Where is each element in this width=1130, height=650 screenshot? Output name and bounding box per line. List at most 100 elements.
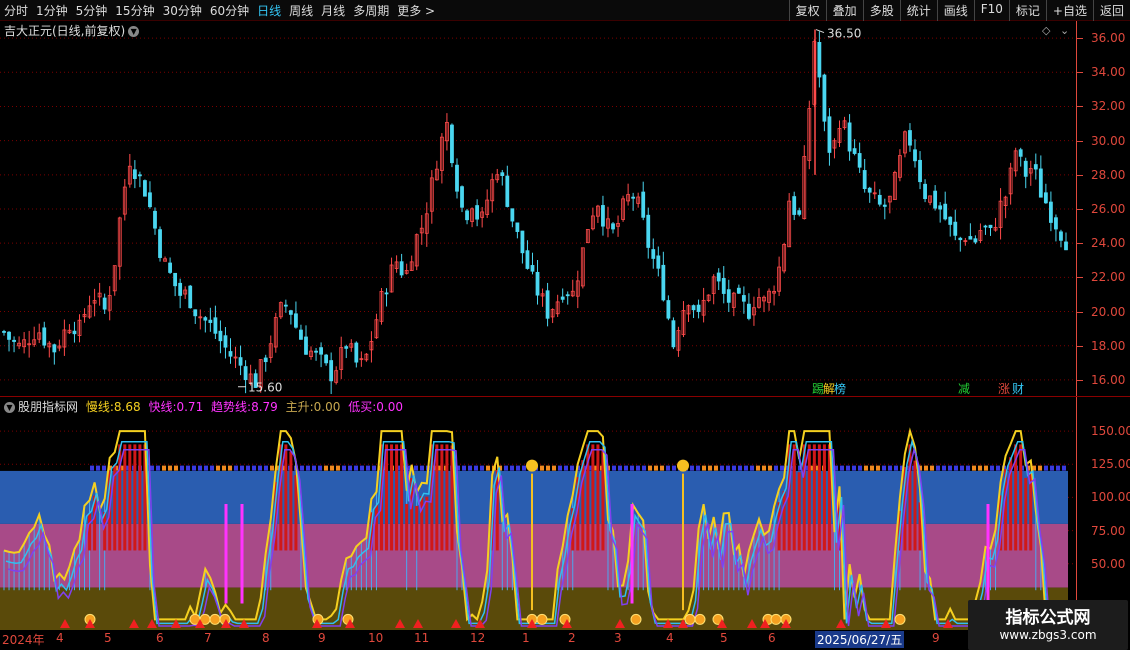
candle-body xyxy=(294,313,298,328)
axis-tick xyxy=(1077,209,1083,210)
selected-date: 2025/06/27/五 xyxy=(815,631,905,648)
tool-button-8[interactable]: 返回 xyxy=(1092,0,1130,21)
indicator-axis-label: 75.00 xyxy=(1091,523,1126,538)
date-label: 4 xyxy=(56,631,64,645)
tool-button-6[interactable]: 标记 xyxy=(1008,0,1046,21)
candle-body xyxy=(1054,217,1058,230)
candle-body xyxy=(716,272,721,282)
signal-strip-cell xyxy=(168,465,172,471)
signal-strip-cell xyxy=(540,465,544,471)
buy-ball-icon xyxy=(694,613,706,625)
top-toolbar: 分时 1分钟 5分钟 15分钟 30分钟 60分钟 日线 周线 月线 多周期 更多 > 复权 叠加 多股… xyxy=(0,0,1130,21)
signal-strip-cell xyxy=(996,465,1000,471)
strength-fill xyxy=(415,505,419,551)
date-axis: 2024年 4 5 6 7 8 9 10 11 12 1 2 3 4 5 6 9 xyxy=(0,630,1076,650)
candle-body xyxy=(852,148,857,154)
watermark-url: www.zbgs3.com xyxy=(999,628,1097,642)
candle-body xyxy=(918,159,922,183)
period-tab-4[interactable]: 30分钟 xyxy=(163,2,202,19)
candle-body xyxy=(736,287,741,294)
candle-body xyxy=(666,300,671,319)
tool-button-5[interactable]: F10 xyxy=(973,0,1009,21)
period-tab-5[interactable]: 60分钟 xyxy=(210,2,249,19)
candle-body xyxy=(862,170,867,190)
candle-body xyxy=(726,289,731,303)
strength-fill xyxy=(405,503,409,551)
candle-body xyxy=(535,271,540,296)
candle-body xyxy=(545,290,550,319)
signal-strip-cell xyxy=(252,465,256,471)
price-axis-label: 18.00 xyxy=(1091,338,1126,353)
signal-strip-cell xyxy=(984,465,988,471)
signal-strip-cell xyxy=(966,465,970,471)
tool-button-3[interactable]: 统计 xyxy=(899,0,937,21)
period-tab-7[interactable]: 周线 xyxy=(289,2,313,19)
signal-strip-cell xyxy=(942,465,946,471)
signal-strip-cell xyxy=(420,465,424,471)
period-tab-0[interactable]: 分时 xyxy=(4,2,28,19)
signal-strip-cell xyxy=(192,465,196,471)
candle-body xyxy=(741,295,746,302)
strength-fill xyxy=(395,444,399,551)
date-label: 7 xyxy=(204,631,212,645)
signal-strip-cell xyxy=(180,465,184,471)
candle-body xyxy=(475,205,480,220)
tool-button-0[interactable]: 复权 xyxy=(788,0,826,21)
tool-button-4[interactable]: 画线 xyxy=(936,0,974,21)
candle-body xyxy=(530,265,535,272)
candle-body xyxy=(72,330,77,335)
signal-strip-cell xyxy=(558,465,562,471)
signal-strip-cell xyxy=(930,465,934,471)
signal-strip-cell xyxy=(468,465,472,471)
price-gridlines xyxy=(0,37,1076,381)
band-pink xyxy=(0,523,1068,588)
period-tab-6[interactable]: 日线 xyxy=(257,2,281,19)
candle-body xyxy=(1018,149,1023,157)
signal-strip-cell xyxy=(738,465,742,471)
price-axis-label: 36.00 xyxy=(1091,31,1126,46)
tool-button-7[interactable]: +自选 xyxy=(1045,0,1093,21)
candle-body xyxy=(193,309,198,317)
candle-body xyxy=(958,237,963,241)
tool-button-2[interactable]: 多股 xyxy=(862,0,900,21)
strength-fill xyxy=(284,444,288,551)
candle-body xyxy=(933,190,938,209)
signal-strip-cell xyxy=(348,465,352,471)
signal-strip-cell xyxy=(642,465,646,471)
high-pointer xyxy=(815,29,825,34)
strength-fill xyxy=(128,444,132,551)
candle-body xyxy=(631,196,636,199)
period-tab-8[interactable]: 月线 xyxy=(321,2,345,19)
signal-strip-cell xyxy=(336,465,340,471)
period-tab-10[interactable]: 更多 > xyxy=(397,2,435,19)
period-tab-2[interactable]: 5分钟 xyxy=(76,2,108,19)
period-tab-1[interactable]: 1分钟 xyxy=(36,2,68,19)
signal-tag: 财 xyxy=(1012,382,1025,396)
indicator-chart[interactable] xyxy=(0,398,1076,630)
price-annotations: 36.5015.60 xyxy=(238,27,861,395)
high-price-label: 36.50 xyxy=(827,27,861,41)
signal-strip-cell xyxy=(222,465,226,471)
signal-strip-cell xyxy=(702,465,706,471)
date-label: 5 xyxy=(720,631,728,645)
strength-fill xyxy=(797,472,801,551)
signal-strip-cell xyxy=(318,465,322,471)
candle-body xyxy=(143,180,147,197)
candle-body xyxy=(238,357,243,366)
signal-strip-cell xyxy=(90,465,94,471)
signal-strip-cell xyxy=(474,465,478,471)
signal-tag: 榜 xyxy=(834,382,847,396)
candle-body xyxy=(988,224,993,229)
price-chart[interactable]: 36.5015.60 xyxy=(0,21,1076,416)
period-tab-3[interactable]: 15分钟 xyxy=(115,2,154,19)
tool-button-1[interactable]: 叠加 xyxy=(825,0,863,21)
candle-body xyxy=(455,164,459,192)
candle-body xyxy=(651,249,656,259)
signal-strip-cell xyxy=(744,465,748,471)
candle-body xyxy=(747,303,751,319)
candle-body xyxy=(601,205,605,227)
price-axis-label: 20.00 xyxy=(1091,304,1126,319)
candle-body xyxy=(158,229,162,258)
indicator-axis-label: 100.00 xyxy=(1091,490,1130,505)
period-tab-9[interactable]: 多周期 xyxy=(353,2,389,19)
